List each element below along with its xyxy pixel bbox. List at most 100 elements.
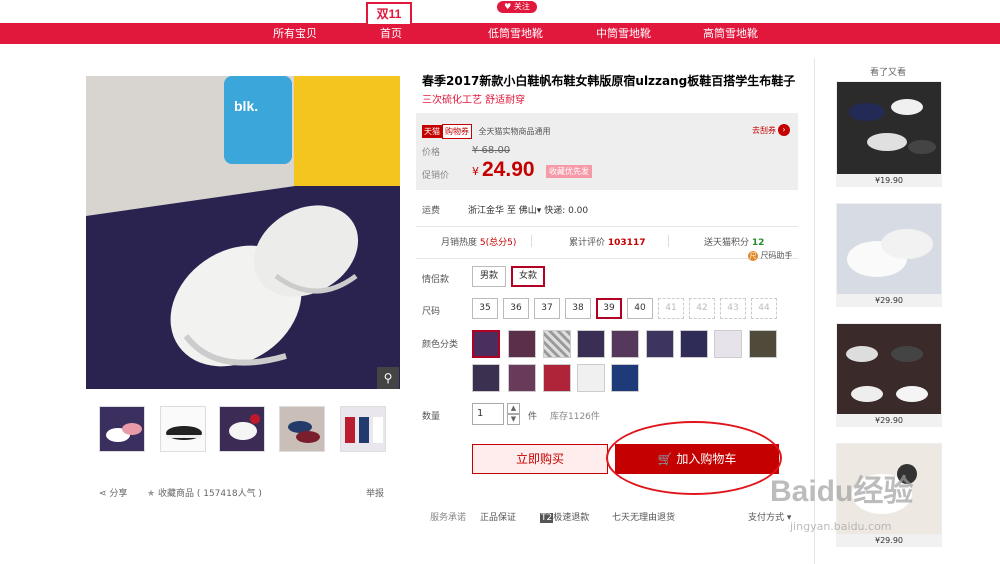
nav-item-high-boots[interactable]: 高筒雪地靴 [703, 23, 758, 44]
stat-divider [531, 235, 532, 247]
magnifier-icon[interactable]: ⚲ [377, 367, 399, 389]
nav-item-mid-boots[interactable]: 中筒雪地靴 [596, 23, 651, 44]
favorite-button[interactable]: ★ 收藏商品 ( 157418人气 ) [147, 486, 262, 499]
thumbnail-2[interactable] [160, 406, 206, 452]
thumbnail-3[interactable] [219, 406, 265, 452]
reviews-label: 累计评价 [569, 238, 606, 248]
quantity-increase-button[interactable]: ▲ [507, 403, 520, 414]
shipping-info: 浙江金华 至 佛山▾ 快递: 0.00 [468, 206, 589, 216]
also-viewed-image [847, 229, 933, 277]
service-authentic: 正品保证 [480, 513, 517, 523]
divider [416, 226, 798, 227]
stat-divider [668, 235, 669, 247]
size-helper-label: 尺码助手 [760, 251, 793, 260]
service-label: 服务承诺 [430, 513, 467, 523]
service-seven-day-return: 七天无理由退货 [612, 513, 676, 523]
shoe-photo: blk. [86, 76, 400, 389]
shipping-to-word: 至 [506, 206, 516, 216]
promo-tag: 收藏优先发 [546, 165, 592, 178]
color-swatch-3[interactable] [543, 330, 571, 358]
option-womens[interactable]: 女款 [511, 266, 545, 287]
favorite-count: ( 157418人气 ) [196, 489, 262, 499]
color-swatch-7[interactable] [680, 330, 708, 358]
promo-price: 24.90 [482, 158, 535, 181]
star-icon: ★ [147, 489, 156, 499]
size-39[interactable]: 39 [596, 298, 622, 319]
size-43: 43 [720, 298, 746, 319]
color-swatch-1[interactable] [472, 330, 500, 358]
product-subtitle: 三次硫化工艺 舒适耐穿 [422, 95, 526, 106]
fast-refund-label: 极速退款 [553, 513, 590, 523]
shipping-from: 浙江金华 [468, 206, 505, 216]
color-swatch-4[interactable] [577, 330, 605, 358]
original-price: ¥ 68.00 [472, 145, 511, 156]
buy-now-button[interactable]: 立即购买 [472, 444, 608, 474]
tmall-badge: 天猫 [422, 125, 442, 138]
nav-item-low-boots[interactable]: 低筒雪地靴 [488, 23, 543, 44]
also-viewed-price-3: ¥29.90 [836, 414, 942, 427]
color-swatch-10[interactable] [472, 364, 500, 392]
size-35[interactable]: 35 [472, 298, 498, 319]
share-button[interactable]: ⋖ 分享 [99, 486, 127, 499]
color-swatch-11[interactable] [508, 364, 536, 392]
thumbnail-shoe-image [106, 423, 142, 442]
nav-item-home[interactable]: 首页 [380, 23, 402, 44]
shopping-coupon-badge: 购物券 [442, 124, 472, 139]
color-swatch-8[interactable] [714, 330, 742, 358]
quantity-label: 数量 [422, 412, 441, 422]
color-swatch-9[interactable] [749, 330, 777, 358]
also-viewed-price-2: ¥29.90 [836, 294, 942, 307]
also-viewed-item-2[interactable] [836, 203, 942, 297]
follow-button[interactable]: ♥ 关注 [497, 1, 537, 13]
tmall-points: 送天猫积分 12 [704, 235, 764, 248]
store-nav: 所有宝贝 首页 低筒雪地靴 中筒雪地靴 高筒雪地靴 [0, 23, 1000, 44]
coupon-text: 全天猫实物商品通用 [478, 127, 551, 136]
payment-method-dropdown[interactable]: 支付方式 ▾ [748, 510, 791, 523]
size-helper-link[interactable]: 尺 尺码助手 [748, 250, 793, 261]
also-viewed-item-1[interactable] [836, 81, 942, 175]
payment-method-label: 支付方式 [748, 513, 785, 523]
thumbnail-4[interactable] [279, 406, 325, 452]
arrow-right-icon[interactable]: › [778, 124, 790, 136]
option-mens[interactable]: 男款 [472, 266, 506, 287]
follow-label: 关注 [513, 2, 530, 11]
color-swatch-14[interactable] [611, 364, 639, 392]
price-panel: 天猫 购物券 全天猫实物商品通用 去刮券 › 价格 ¥ 68.00 促销价 ¥ 2… [416, 113, 798, 190]
also-viewed-item-3[interactable] [836, 323, 942, 417]
size-37[interactable]: 37 [534, 298, 560, 319]
main-product-image[interactable]: blk. [86, 76, 400, 389]
scratch-coupon-link[interactable]: 去刮券 [752, 125, 776, 136]
currency-symbol: ¥ [472, 165, 479, 178]
reviews-value: 103117 [607, 238, 646, 248]
also-viewed-image [846, 346, 928, 402]
color-swatch-12[interactable] [543, 364, 571, 392]
size-44: 44 [751, 298, 777, 319]
thumbnail-5[interactable] [340, 406, 386, 452]
report-link[interactable]: 举报 [366, 486, 384, 499]
thumbnail-shoe-image [166, 426, 202, 440]
size-label: 尺码 [422, 307, 441, 317]
share-label: 分享 [109, 489, 128, 499]
size-36[interactable]: 36 [503, 298, 529, 319]
baidu-watermark: Baidu经验 [770, 475, 914, 508]
size-38[interactable]: 38 [565, 298, 591, 319]
coupon-badge: 天猫 购物券 全天猫实物商品通用 [422, 124, 553, 139]
quantity-input[interactable]: 1 [472, 403, 504, 425]
color-swatch-2[interactable] [508, 330, 536, 358]
thumbnail-1[interactable] [99, 406, 145, 452]
also-viewed-price-1: ¥19.90 [836, 174, 942, 187]
reviews[interactable]: 累计评价 103117 [569, 235, 645, 248]
nav-item-all-products[interactable]: 所有宝贝 [273, 23, 317, 44]
color-swatch-5[interactable] [611, 330, 639, 358]
thumbnail-shoe-image [345, 417, 383, 443]
monthly-sales: 月销热度 5(总分5) [441, 235, 516, 248]
shipping-label: 运费 [422, 206, 441, 216]
size-40[interactable]: 40 [627, 298, 653, 319]
points-label: 送天猫积分 [704, 238, 750, 248]
also-viewed-image [849, 99, 936, 154]
color-swatch-13[interactable] [577, 364, 605, 392]
shipping-destination[interactable]: 佛山 [519, 206, 537, 216]
color-swatch-6[interactable] [646, 330, 674, 358]
tmall-logo[interactable]: 双11 [366, 2, 412, 24]
quantity-decrease-button[interactable]: ▼ [507, 414, 520, 425]
